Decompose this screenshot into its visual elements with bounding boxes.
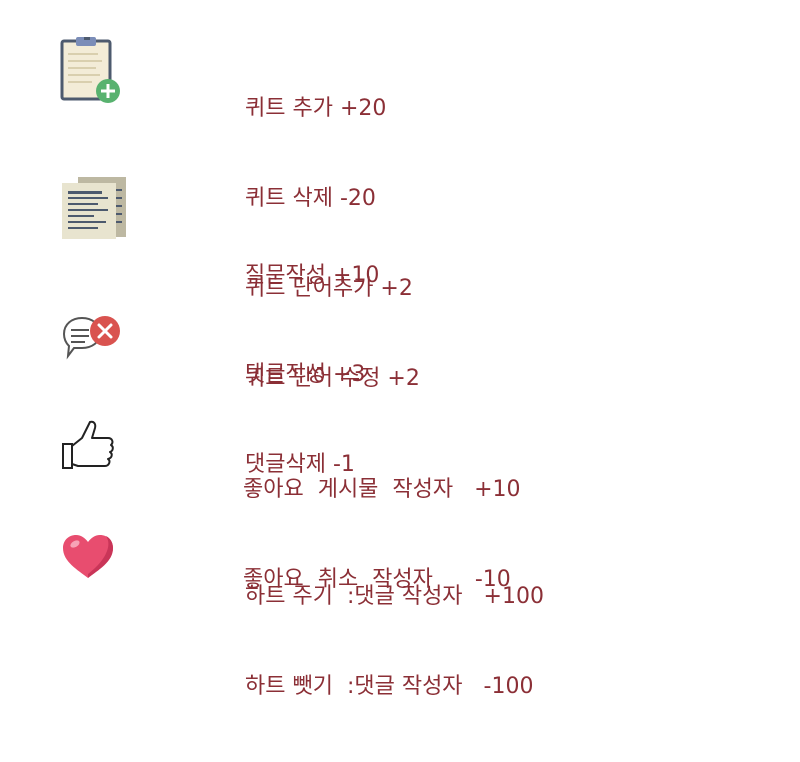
text-line: 질문작성 +10 xyxy=(245,263,380,288)
text-line: 하트 뺏기 :댓글 작성자 -100 xyxy=(245,674,534,699)
text-line: 댓글작성 +3 xyxy=(245,362,366,387)
heart-icon xyxy=(60,532,116,586)
text-line: 좋아요 게시물 작성자 +10 xyxy=(243,477,521,502)
section-heart: 하트 주기 :댓글 작성자 +100 하트 뺏기 :댓글 작성자 -100 xyxy=(0,520,800,699)
thumbs-up-icon xyxy=(60,418,116,478)
section-quiz: 퀴트 추가 +20 퀴트 삭제 -20 퀴트 단어추가 +2 퀴트 단어 수정 … xyxy=(0,32,800,391)
section-question: 질문작성 +10 xyxy=(0,170,800,288)
comment-delete-icon xyxy=(60,310,126,364)
section-like: 좋아요 게시물 작성자 +10 좋아요 취소 작성자 -10 xyxy=(0,410,800,592)
heart-text: 하트 주기 :댓글 작성자 +100 하트 뺏기 :댓글 작성자 -100 xyxy=(245,522,544,762)
clipboard-add-icon xyxy=(60,36,124,111)
documents-icon xyxy=(60,175,130,245)
text-line: 하트 주기 :댓글 작성자 +100 xyxy=(245,584,544,609)
text-line: 퀴트 추가 +20 xyxy=(245,96,387,121)
section-comment: 댓글작성 +3 댓글삭제 -1 xyxy=(0,300,800,477)
